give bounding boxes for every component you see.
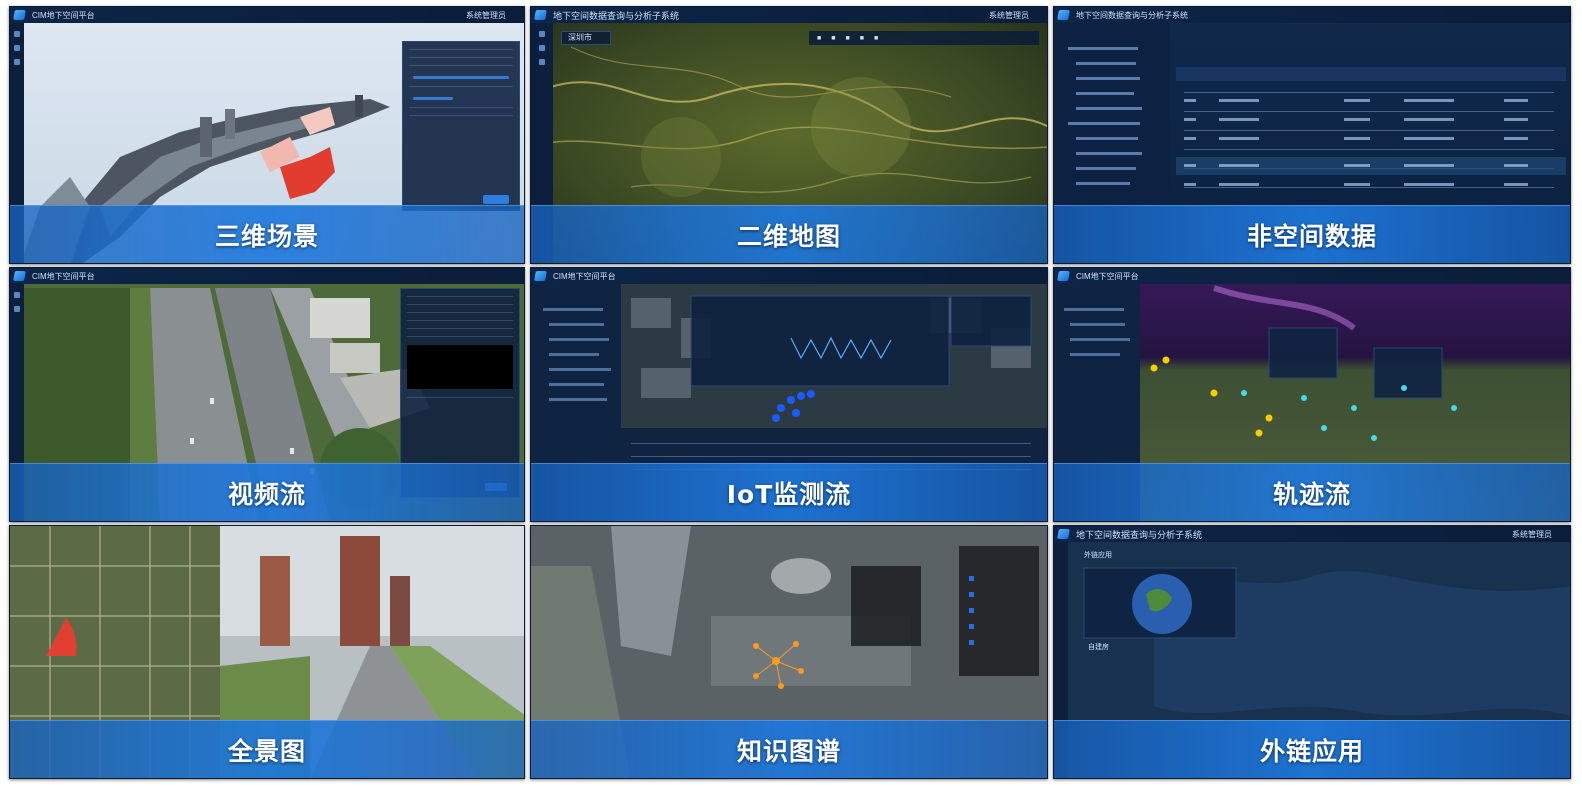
layer-icon[interactable] bbox=[539, 45, 545, 51]
app-titlebar: 地下空间数据查询与分析子系统 bbox=[1054, 7, 1570, 23]
tile-banner: 二维地图 bbox=[531, 205, 1047, 263]
app-title: CIM地下空间平台 bbox=[32, 271, 95, 281]
app-titlebar: CIM地下空间平台 系统管理员 bbox=[10, 7, 524, 23]
tile-banner: IoT监测流 bbox=[531, 463, 1047, 521]
tile-banner: 全景图 bbox=[10, 720, 524, 778]
tile-banner: 视频流 bbox=[10, 463, 524, 521]
app-logo-icon bbox=[534, 271, 547, 281]
app-titlebar: CIM地下空间平台 bbox=[10, 268, 524, 284]
tile-label: 全景图 bbox=[227, 736, 306, 766]
layer-icon[interactable] bbox=[14, 306, 20, 312]
app-title: CIM地下空间平台 bbox=[32, 10, 95, 20]
toolbar-item[interactable]: ■ bbox=[831, 35, 835, 42]
tile-label: 知识图谱 bbox=[736, 736, 841, 766]
tile-label: 三维场景 bbox=[214, 221, 319, 251]
tile-label: 视频流 bbox=[227, 479, 306, 509]
tile-non-spatial[interactable]: 地下空间数据查询与分析子系统 非空间数据 bbox=[1053, 6, 1571, 264]
toolbar-item[interactable]: ■ bbox=[874, 35, 878, 42]
app-caption[interactable]: 自建房 bbox=[1088, 642, 1109, 652]
tile-label: 二维地图 bbox=[736, 221, 841, 251]
feature-grid: CIM地下空间平台 系统管理员 三维场景 地下空间数据查询与分析子系统 系统管理… bbox=[9, 6, 1571, 780]
home-icon[interactable] bbox=[14, 31, 20, 37]
map-toolbar: ■ ■ ■ ■ ■ bbox=[809, 31, 1039, 45]
tile-trajectory[interactable]: CIM地下空间平台 轨迹流 bbox=[1053, 267, 1571, 522]
app-title: CIM地下空间平台 bbox=[553, 271, 616, 281]
app-logo-icon bbox=[1057, 529, 1070, 539]
app-logo-icon bbox=[13, 271, 26, 281]
tile-label: IoT监测流 bbox=[726, 479, 852, 509]
tile-label: 非空间数据 bbox=[1246, 221, 1377, 251]
tile-label: 轨迹流 bbox=[1272, 479, 1351, 509]
tile-3d-scene[interactable]: CIM地下空间平台 系统管理员 三维场景 bbox=[9, 6, 525, 264]
tile-label: 外链应用 bbox=[1259, 736, 1364, 766]
app-titlebar: 地下空间数据查询与分析子系统 系统管理员 bbox=[1054, 526, 1570, 542]
tile-banner: 非空间数据 bbox=[1054, 205, 1570, 263]
app-logo-icon bbox=[1057, 271, 1070, 281]
tool-icon[interactable] bbox=[539, 59, 545, 65]
app-title: 地下空间数据查询与分析子系统 bbox=[1076, 529, 1203, 540]
tile-knowledge-graph[interactable]: 知识图谱 bbox=[530, 525, 1048, 779]
app-title: CIM地下空间平台 bbox=[1076, 271, 1139, 281]
layer-icon[interactable] bbox=[14, 45, 20, 51]
tile-banner: 三维场景 bbox=[10, 205, 524, 263]
app-logo-icon bbox=[13, 10, 26, 20]
tile-iot-monitor[interactable]: CIM地下空间平台 IoT监测流 bbox=[530, 267, 1048, 522]
toolbar-item[interactable]: ■ bbox=[860, 35, 864, 42]
home-icon[interactable] bbox=[14, 292, 20, 298]
video-player[interactable] bbox=[407, 345, 513, 389]
tile-banner: 轨迹流 bbox=[1054, 463, 1570, 521]
tile-external-app[interactable]: 地下空间数据查询与分析子系统 系统管理员 外链应用 自建房 外链应用 bbox=[1053, 525, 1571, 779]
tile-2d-map[interactable]: 地下空间数据查询与分析子系统 系统管理员 深圳市 ■ ■ ■ ■ ■ 二维地图 bbox=[530, 6, 1048, 264]
toolbar-item[interactable]: ■ bbox=[817, 35, 821, 42]
confirm-button[interactable] bbox=[483, 195, 509, 204]
home-icon[interactable] bbox=[539, 31, 545, 37]
user-name[interactable]: 系统管理员 bbox=[466, 10, 506, 21]
section-title: 外链应用 bbox=[1084, 552, 1112, 559]
app-titlebar: CIM地下空间平台 bbox=[1054, 268, 1570, 284]
app-logo-icon bbox=[1057, 10, 1070, 20]
app-titlebar: CIM地下空间平台 bbox=[531, 268, 1047, 284]
tile-panorama[interactable]: 全景图 bbox=[9, 525, 525, 779]
tool-icon[interactable] bbox=[14, 59, 20, 65]
app-title: 地下空间数据查询与分析子系统 bbox=[553, 10, 680, 21]
app-logo-icon bbox=[534, 10, 547, 20]
app-titlebar: 地下空间数据查询与分析子系统 系统管理员 bbox=[531, 7, 1047, 23]
tile-banner: 知识图谱 bbox=[531, 720, 1047, 778]
toolbar-item[interactable]: ■ bbox=[845, 35, 849, 42]
user-name[interactable]: 系统管理员 bbox=[1512, 529, 1552, 540]
tile-banner: 外链应用 bbox=[1054, 720, 1570, 778]
tile-video-stream[interactable]: CIM地下空间平台 视频流 bbox=[9, 267, 525, 522]
search-box[interactable]: 深圳市 bbox=[561, 31, 611, 45]
side-panel bbox=[402, 41, 520, 211]
user-name[interactable]: 系统管理员 bbox=[989, 10, 1029, 21]
search-text: 深圳市 bbox=[568, 33, 592, 42]
app-title: 地下空间数据查询与分析子系统 bbox=[1076, 10, 1188, 20]
